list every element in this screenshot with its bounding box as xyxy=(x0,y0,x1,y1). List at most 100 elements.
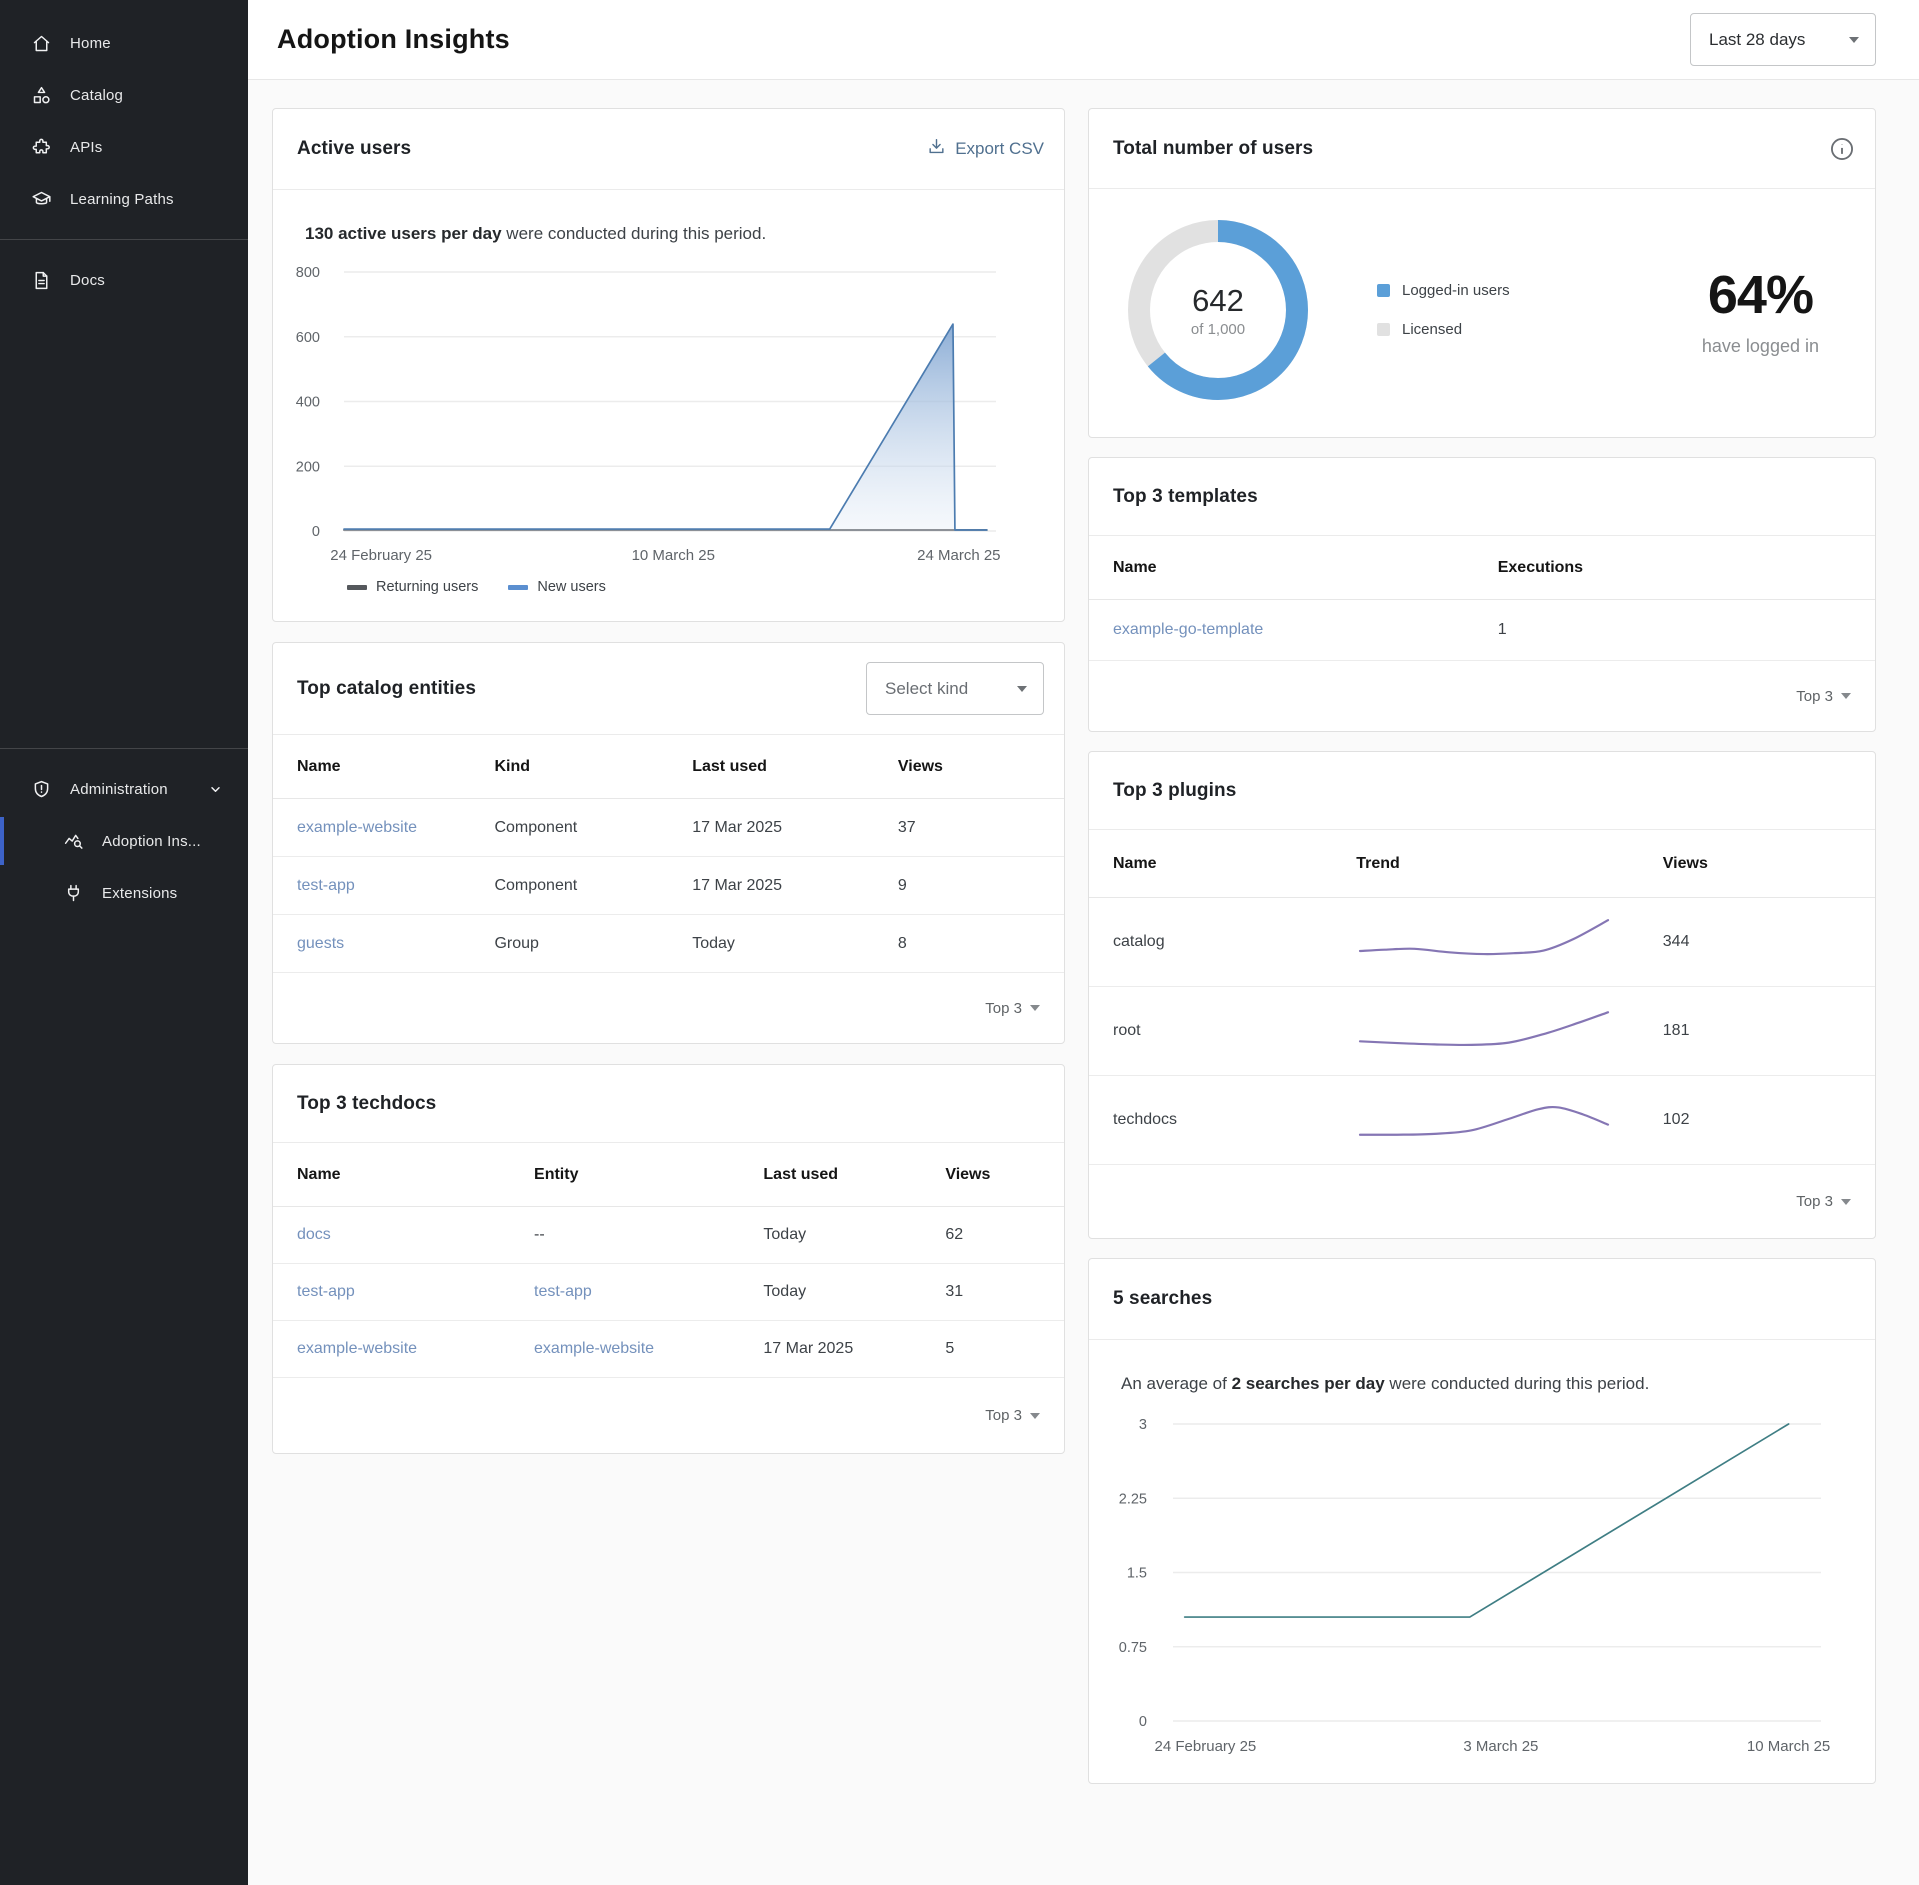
sidebar-item-administration[interactable]: Administration xyxy=(0,763,248,815)
table-row: example-website Component 17 Mar 2025 37 xyxy=(273,799,1064,857)
table-footer: Top 3 xyxy=(273,973,1064,1043)
area-chart: 800600400200024 February 2510 March 2524… xyxy=(273,256,1066,568)
searches-summary: An average of 2 searches per day were co… xyxy=(1089,1340,1875,1400)
caret-down-icon xyxy=(1849,37,1859,43)
active-users-summary: 130 active users per day were conducted … xyxy=(273,190,1064,250)
left-column: Active users Export CSV 130 active users… xyxy=(272,108,1065,1454)
techdoc-link[interactable]: example-website xyxy=(297,1340,417,1357)
caret-down-icon xyxy=(1841,1199,1851,1205)
dashboard-content: Active users Export CSV 130 active users… xyxy=(248,80,1919,1824)
active-users-chart: 800600400200024 February 2510 March 2524… xyxy=(273,250,1064,621)
legend-swatch xyxy=(1377,323,1390,336)
entity-link[interactable]: test-app xyxy=(297,877,355,894)
line-chart: 32.251.50.75024 February 253 March 2510 … xyxy=(1089,1406,1875,1778)
top-plugins-card: Top 3 plugins Name Trend Views catalog 3… xyxy=(1088,751,1876,1239)
techdoc-link[interactable]: docs xyxy=(297,1226,331,1243)
sidebar-item-extensions[interactable]: Extensions xyxy=(0,867,248,919)
card-title: Top 3 templates xyxy=(1113,486,1258,508)
sidebar-item-label: Docs xyxy=(70,272,105,289)
svg-text:800: 800 xyxy=(296,265,320,281)
template-link[interactable]: example-go-template xyxy=(1113,621,1263,638)
table-header: Name Entity Last used Views xyxy=(273,1143,1064,1207)
chart-legend: Returning users New users xyxy=(273,573,1064,621)
sidebar-item-label: Catalog xyxy=(70,87,123,104)
donut-center-label: 642 of 1,000 xyxy=(1125,217,1311,403)
legend-item: New users xyxy=(508,579,606,595)
top3-selector[interactable]: Top 3 xyxy=(1796,688,1851,705)
donut-legend: Logged-in users Licensed xyxy=(1377,282,1510,338)
sidebar-spacer xyxy=(0,306,248,734)
chevron-down-icon xyxy=(204,778,226,800)
table-row: example-go-template 1 xyxy=(1089,600,1875,661)
sidebar-item-catalog[interactable]: Catalog xyxy=(0,69,248,121)
legend-item: Licensed xyxy=(1377,321,1510,338)
searches-card: 5 searches An average of 2 searches per … xyxy=(1088,1258,1876,1784)
sidebar-item-docs[interactable]: Docs xyxy=(0,254,248,306)
sidebar-item-learning-paths[interactable]: Learning Paths xyxy=(0,173,248,225)
page-header: Adoption Insights Last 28 days xyxy=(248,0,1919,80)
sidebar-divider xyxy=(0,239,248,240)
legend-item: Returning users xyxy=(347,579,478,595)
searches-chart: 32.251.50.75024 February 253 March 2510 … xyxy=(1089,1400,1875,1783)
sidebar-item-label: APIs xyxy=(70,139,102,156)
table-header: Name Executions xyxy=(1089,536,1875,600)
caret-down-icon xyxy=(1017,686,1027,692)
export-csv-button[interactable]: Export CSV xyxy=(927,137,1044,161)
sidebar: Home Catalog APIs Learning Paths Docs Ad… xyxy=(0,0,248,1885)
total-users-card: Total number of users 642 of 1,000 xyxy=(1088,108,1876,438)
top-techdocs-card: Top 3 techdocs Name Entity Last used Vie… xyxy=(272,1064,1065,1454)
table-row: guests Group Today 8 xyxy=(273,915,1064,973)
table-row: root 181 xyxy=(1089,987,1875,1076)
card-title: Total number of users xyxy=(1113,138,1313,160)
apis-icon xyxy=(30,136,52,158)
date-range-select[interactable]: Last 28 days xyxy=(1690,13,1876,66)
caret-down-icon xyxy=(1030,1005,1040,1011)
table-footer: Top 3 xyxy=(1089,1165,1875,1238)
techdoc-link[interactable]: test-app xyxy=(297,1283,355,1300)
svg-text:1.5: 1.5 xyxy=(1127,1566,1147,1582)
svg-text:24 February 25: 24 February 25 xyxy=(1155,1738,1257,1755)
sidebar-item-label: Extensions xyxy=(102,885,177,902)
svg-text:3 March 25: 3 March 25 xyxy=(1463,1738,1538,1755)
catalog-icon xyxy=(30,84,52,106)
caret-down-icon xyxy=(1030,1413,1040,1419)
svg-text:10 March 25: 10 March 25 xyxy=(632,547,715,564)
card-title: Top 3 techdocs xyxy=(297,1093,436,1115)
caret-down-icon xyxy=(1841,693,1851,699)
legend-swatch xyxy=(508,585,528,590)
svg-text:2.25: 2.25 xyxy=(1119,1491,1147,1507)
sparkline-chart xyxy=(1356,1090,1614,1146)
top3-selector[interactable]: Top 3 xyxy=(1796,1193,1851,1210)
card-title: 5 searches xyxy=(1113,1288,1212,1310)
sidebar-item-apis[interactable]: APIs xyxy=(0,121,248,173)
learning-paths-icon xyxy=(30,188,52,210)
info-icon[interactable] xyxy=(1829,136,1855,162)
table-row: test-app test-app Today 31 xyxy=(273,1264,1064,1321)
total-users-body: 642 of 1,000 Logged-in users Licensed xyxy=(1089,189,1875,437)
date-range-value: Last 28 days xyxy=(1709,30,1805,50)
sidebar-item-home[interactable]: Home xyxy=(0,17,248,69)
table-row: example-website example-website 17 Mar 2… xyxy=(273,1321,1064,1378)
entity-link[interactable]: example-website xyxy=(297,819,417,836)
entity-link[interactable]: test-app xyxy=(534,1283,592,1300)
entity-link[interactable]: guests xyxy=(297,935,344,952)
right-column: Total number of users 642 of 1,000 xyxy=(1088,108,1876,1784)
top3-selector[interactable]: Top 3 xyxy=(985,1000,1040,1017)
top3-selector[interactable]: Top 3 xyxy=(985,1407,1040,1424)
select-kind-dropdown[interactable]: Select kind xyxy=(866,662,1044,715)
table-row: techdocs 102 xyxy=(1089,1076,1875,1165)
svg-text:3: 3 xyxy=(1139,1417,1147,1433)
sparkline-chart xyxy=(1356,1001,1614,1057)
legend-item: Logged-in users xyxy=(1377,282,1510,299)
sidebar-divider xyxy=(0,748,248,749)
legend-swatch xyxy=(347,585,367,590)
entity-link[interactable]: example-website xyxy=(534,1340,654,1357)
card-title: Active users xyxy=(297,138,411,160)
sidebar-item-adoption-insights[interactable]: Adoption Ins... xyxy=(0,815,248,867)
main-area: Adoption Insights Last 28 days Active us… xyxy=(248,0,1919,1885)
svg-text:600: 600 xyxy=(296,330,320,346)
page-title: Adoption Insights xyxy=(277,24,510,55)
shield-exclamation-icon xyxy=(30,778,52,800)
donut-chart: 642 of 1,000 xyxy=(1125,217,1311,403)
table-footer: Top 3 xyxy=(1089,661,1875,731)
